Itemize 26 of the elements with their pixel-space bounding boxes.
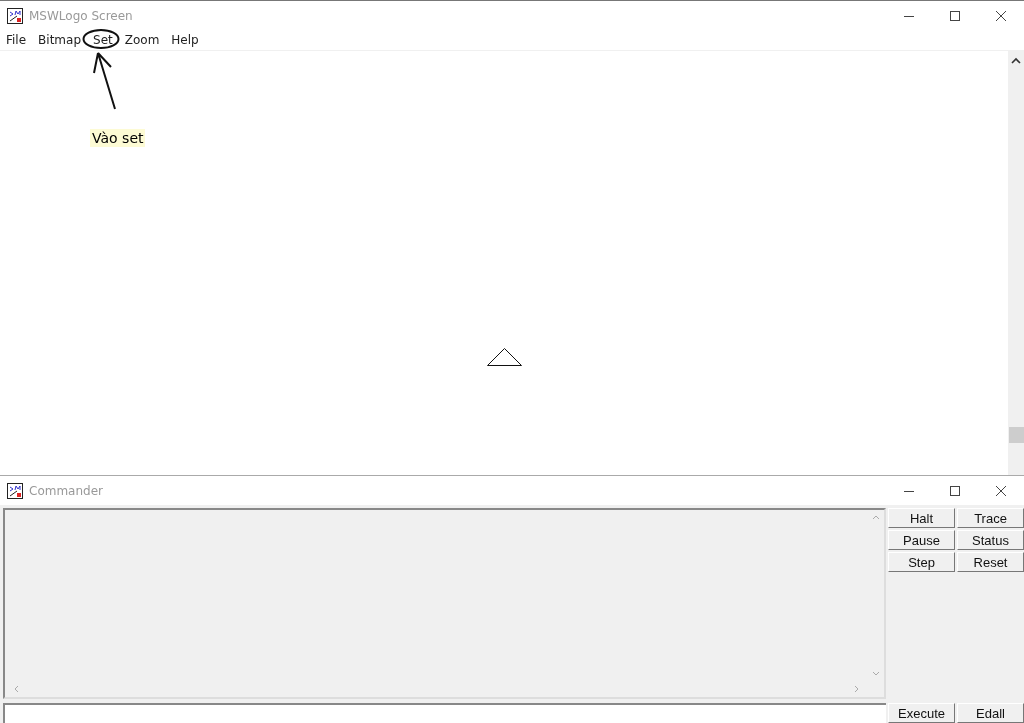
close-icon[interactable]: [995, 484, 1007, 497]
scrollbar[interactable]: [1008, 51, 1024, 475]
command-button[interactable]: Halt: [888, 508, 955, 528]
command-button[interactable]: Status: [957, 530, 1024, 550]
menu-item[interactable]: Zoom: [124, 33, 160, 47]
menu-item[interactable]: Bitmap: [38, 33, 82, 47]
command-button[interactable]: Trace: [957, 508, 1024, 528]
maximize-icon[interactable]: [949, 484, 961, 497]
command-input[interactable]: [3, 703, 886, 723]
menu-item[interactable]: Help: [171, 33, 199, 47]
menu-item[interactable]: File: [6, 33, 27, 47]
annotation-label: Vào set: [90, 129, 146, 147]
app-icon: [7, 482, 23, 499]
turtle-icon: [487, 348, 522, 366]
command-button[interactable]: Step: [888, 552, 955, 572]
window-title: MSWLogo Screen: [29, 8, 134, 23]
close-icon[interactable]: [995, 9, 1007, 22]
command-button[interactable]: Pause: [888, 530, 955, 550]
command-button[interactable]: Reset: [957, 552, 1024, 572]
window-title: Commander: [29, 483, 104, 498]
scroll-thumb[interactable]: [1009, 427, 1024, 443]
command-button[interactable]: Execute: [888, 703, 955, 723]
app-icon: [7, 7, 23, 24]
command-button[interactable]: Edall: [957, 703, 1024, 723]
scroll-up-icon[interactable]: [1011, 57, 1021, 65]
maximize-icon[interactable]: [949, 9, 961, 22]
